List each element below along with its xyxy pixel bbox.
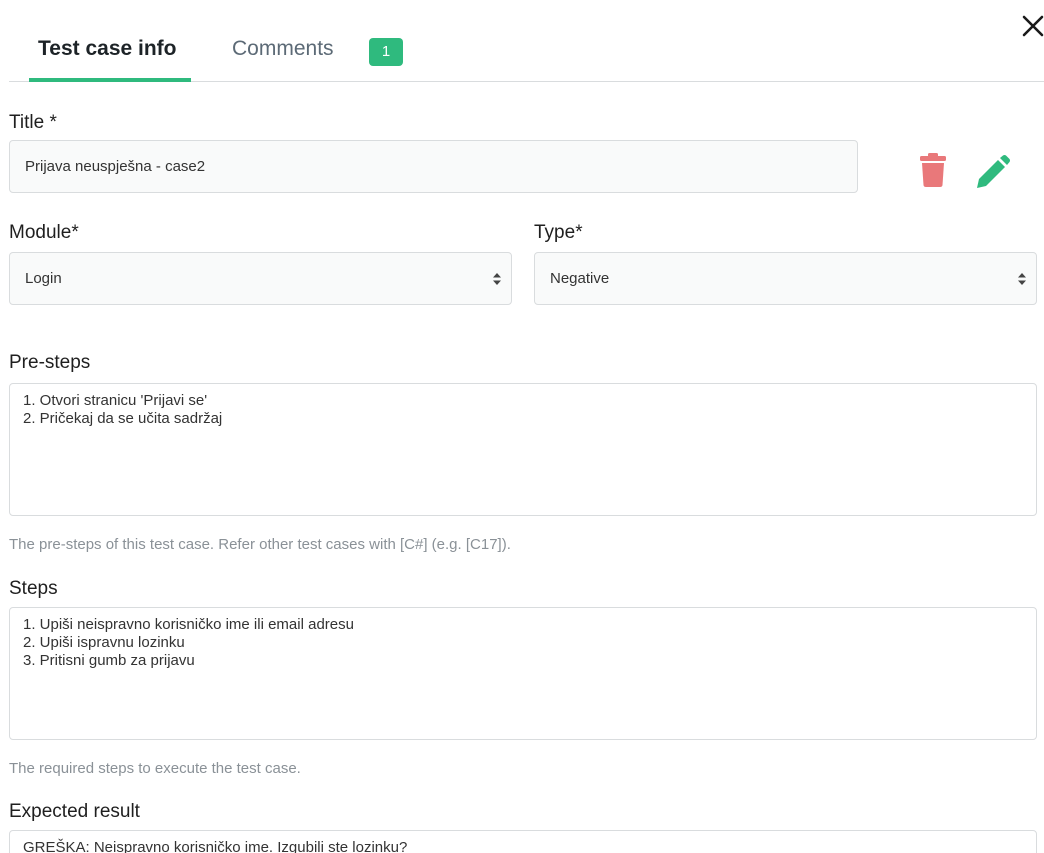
module-label: Module* — [9, 222, 79, 243]
tab-test-case-info[interactable]: Test case info — [38, 37, 177, 61]
trash-icon[interactable] — [919, 152, 947, 188]
steps-textarea[interactable]: 1. Upiši neispravno korisničko ime ili e… — [9, 607, 1037, 740]
sort-arrows-icon — [493, 272, 501, 285]
expected-result-textarea[interactable]: GREŠKA: Neispravno korisničko ime. Izgub… — [9, 830, 1037, 853]
module-select-value: Login — [25, 270, 62, 287]
type-select-value: Negative — [550, 270, 610, 287]
type-label: Type* — [534, 222, 583, 243]
module-select[interactable]: Login — [9, 252, 512, 305]
title-label: Title * — [9, 112, 57, 133]
comments-count-badge: 1 — [369, 38, 403, 66]
tab-comments[interactable]: Comments — [232, 37, 334, 61]
sort-arrows-icon — [1018, 272, 1026, 285]
active-tab-indicator — [29, 78, 191, 82]
pre-steps-label: Pre-steps — [9, 352, 91, 373]
type-select[interactable]: Negative — [534, 252, 1037, 305]
expected-result-label: Expected result — [9, 801, 140, 822]
title-input[interactable]: Prijava neuspješna - case2 — [9, 140, 858, 193]
steps-label: Steps — [9, 578, 58, 599]
steps-help-text: The required steps to execute the test c… — [9, 760, 301, 777]
tab-bar: Test case info Comments 1 — [9, 0, 1044, 82]
close-icon[interactable] — [1021, 14, 1044, 40]
test-case-dialog: Test case info Comments 1 Title * Prijav… — [0, 0, 1044, 853]
pre-steps-help-text: The pre-steps of this test case. Refer o… — [9, 536, 511, 553]
pencil-icon[interactable] — [976, 155, 1010, 189]
title-input-value: Prijava neuspješna - case2 — [25, 158, 206, 175]
pre-steps-textarea[interactable]: 1. Otvori stranicu 'Prijavi se' 2. Priče… — [9, 383, 1037, 516]
